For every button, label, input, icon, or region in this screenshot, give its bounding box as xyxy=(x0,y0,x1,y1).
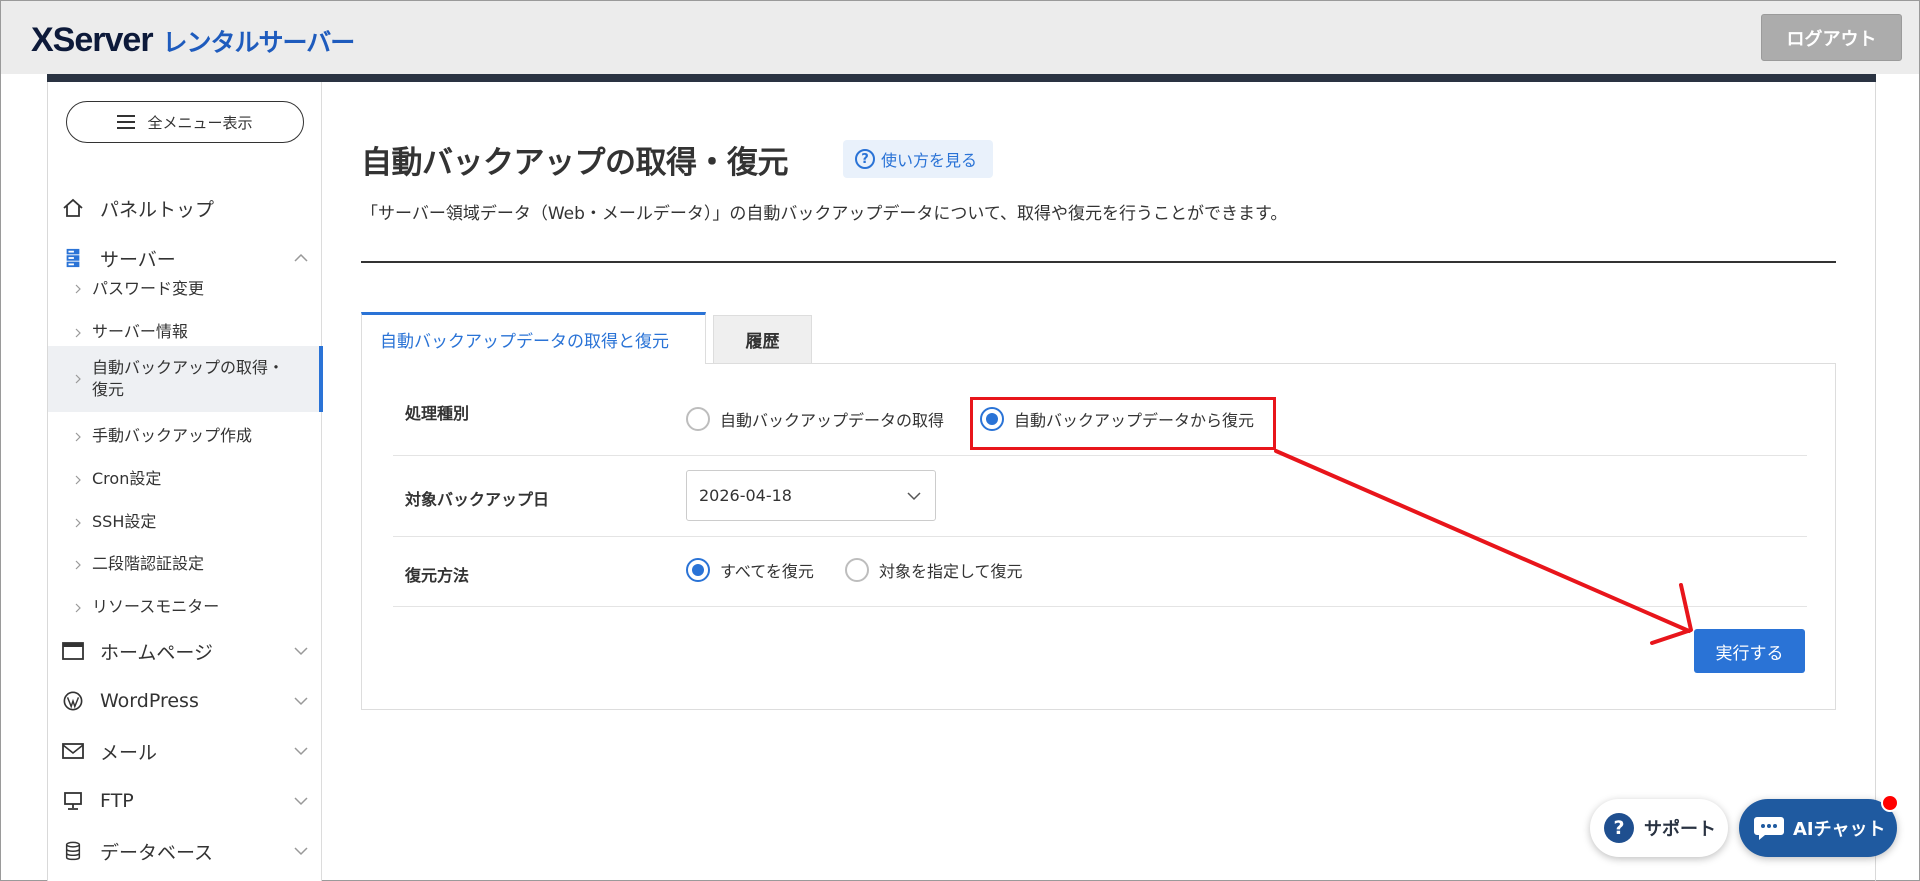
sidebar-item-label: パスワード変更 xyxy=(92,279,205,298)
section-divider xyxy=(361,261,1836,263)
home-icon xyxy=(63,198,83,217)
tab-backup-restore[interactable]: 自動バックアップデータの取得と復元 xyxy=(361,312,706,364)
chevron-right-icon xyxy=(75,560,81,569)
wordpress-icon xyxy=(63,691,83,711)
sidebar-item-password[interactable]: パスワード変更 xyxy=(48,267,322,311)
chevron-up-icon xyxy=(294,253,308,262)
all-menu-label: 全メニュー表示 xyxy=(147,113,253,132)
sidebar-item-label: SSH設定 xyxy=(92,512,157,531)
sidebar-item-label: 自動バックアップの取得・ xyxy=(92,358,285,377)
all-menu-button[interactable]: 全メニュー表示 xyxy=(66,101,304,143)
header: XServer レンタルサーバー ログアウト xyxy=(1,1,1919,74)
radio-restore-all[interactable]: すべてを復元 xyxy=(686,558,814,582)
support-button[interactable]: ? サポート xyxy=(1590,799,1728,857)
ai-chat-label: AIチャット xyxy=(1793,819,1886,840)
logo-brand: XServer xyxy=(31,21,154,59)
hamburger-icon xyxy=(117,115,136,129)
howto-label: 使い方を見る xyxy=(881,151,978,170)
ai-chat-button[interactable]: AIチャット xyxy=(1739,799,1897,857)
browser-window-icon xyxy=(62,642,84,660)
logo-sub: レンタルサーバー xyxy=(162,28,356,57)
header-divider-bar xyxy=(47,74,1876,82)
mail-icon xyxy=(62,743,84,759)
sidebar-item-label: WordPress xyxy=(100,690,199,712)
howto-link[interactable]: ? 使い方を見る xyxy=(843,140,993,178)
chevron-down-icon xyxy=(294,647,308,656)
chevron-right-icon xyxy=(75,374,81,384)
chevron-down-icon xyxy=(294,747,308,756)
chevron-right-icon xyxy=(75,284,81,294)
radio-label: すべてを復元 xyxy=(720,562,814,581)
sidebar-item-label: Cron設定 xyxy=(92,469,162,488)
question-circle-icon: ? xyxy=(855,149,875,169)
annotation-highlight-box xyxy=(970,397,1276,450)
support-label: サポート xyxy=(1644,819,1716,840)
sidebar-item-cron[interactable]: Cron設定 xyxy=(48,458,322,501)
chevron-down-icon xyxy=(294,847,308,856)
radio-restore-specified[interactable]: 対象を指定して復元 xyxy=(845,558,1023,582)
sidebar-item-label: 手動バックアップ作成 xyxy=(92,426,253,445)
radio-label: 自動バックアップデータの取得 xyxy=(720,411,945,430)
sidebar-item-homepage[interactable]: ホームページ xyxy=(48,628,322,674)
chevron-right-icon xyxy=(75,475,81,484)
chevron-right-icon xyxy=(75,518,81,527)
chevron-down-icon xyxy=(294,697,308,706)
sidebar-item-label: FTP xyxy=(100,790,134,812)
sidebar-item-2fa[interactable]: 二段階認証設定 xyxy=(48,543,322,586)
execute-button[interactable]: 実行する xyxy=(1694,629,1805,673)
process-type-label: 処理種別 xyxy=(405,404,470,423)
chevron-right-icon xyxy=(75,603,81,612)
xserver-logo[interactable]: XServer レンタルサーバー xyxy=(31,21,356,59)
sidebar-item-mail[interactable]: メール xyxy=(48,728,322,774)
notification-dot xyxy=(1881,794,1899,812)
chevron-down-icon xyxy=(294,797,308,806)
sidebar-item-resource-monitor[interactable]: リソースモニター xyxy=(48,586,322,629)
chevron-right-icon xyxy=(75,328,81,337)
page-description: 「サーバー領域データ（Web・メールデータ）」の自動バックアップデータについて、… xyxy=(361,204,1288,224)
sidebar: 全メニュー表示 パネルトップ サーバー パスワード変更 サーバー情報 自動バック… xyxy=(48,82,323,881)
server-icon xyxy=(66,248,80,268)
radio-circle[interactable] xyxy=(845,558,869,582)
tab-history[interactable]: 履歴 xyxy=(713,315,812,364)
radio-circle[interactable] xyxy=(686,407,710,431)
page-title: 自動バックアップの取得・復元 xyxy=(361,145,789,181)
radio-label: 対象を指定して復元 xyxy=(879,562,1023,581)
monitor-icon xyxy=(64,792,82,810)
chevron-down-icon xyxy=(907,492,921,501)
restore-method-row: 復元方法 xyxy=(393,537,1807,607)
radio-circle[interactable] xyxy=(686,558,710,582)
target-date-label: 対象バックアップ日 xyxy=(405,490,550,509)
sidebar-item-auto-backup[interactable]: 自動バックアップの取得・ 復元 xyxy=(48,346,323,412)
sidebar-item-label: データベース xyxy=(100,841,214,864)
sidebar-item-wordpress[interactable]: WordPress xyxy=(48,678,322,724)
chevron-right-icon xyxy=(75,432,81,441)
restore-method-label: 復元方法 xyxy=(405,566,470,585)
sidebar-item-label-line2: 復元 xyxy=(92,380,125,399)
database-icon xyxy=(65,841,81,861)
logout-button[interactable]: ログアウト xyxy=(1761,14,1902,61)
question-icon: ? xyxy=(1604,813,1634,843)
sidebar-item-panel-top[interactable]: パネルトップ xyxy=(48,185,322,231)
radio-get-backup[interactable]: 自動バックアップデータの取得 xyxy=(686,407,944,431)
backup-date-value: 2026-04-18 xyxy=(699,486,792,505)
sidebar-item-database[interactable]: データベース xyxy=(48,828,322,874)
sidebar-item-ssh[interactable]: SSH設定 xyxy=(48,501,322,544)
sidebar-item-label: サーバー情報 xyxy=(92,322,188,341)
sidebar-item-label: リソースモニター xyxy=(92,597,220,616)
sidebar-item-label: ホームページ xyxy=(100,641,214,664)
sidebar-item-manual-backup[interactable]: 手動バックアップ作成 xyxy=(48,415,322,458)
sidebar-item-label: パネルトップ xyxy=(100,198,215,221)
sidebar-item-label: メール xyxy=(100,741,158,764)
sidebar-item-ftp[interactable]: FTP xyxy=(48,778,322,824)
backup-date-select[interactable]: 2026-04-18 xyxy=(686,470,936,521)
target-date-row: 対象バックアップ日 xyxy=(393,456,1807,537)
sidebar-item-label: 二段階認証設定 xyxy=(92,554,205,573)
chat-bubble-icon xyxy=(1754,817,1784,840)
